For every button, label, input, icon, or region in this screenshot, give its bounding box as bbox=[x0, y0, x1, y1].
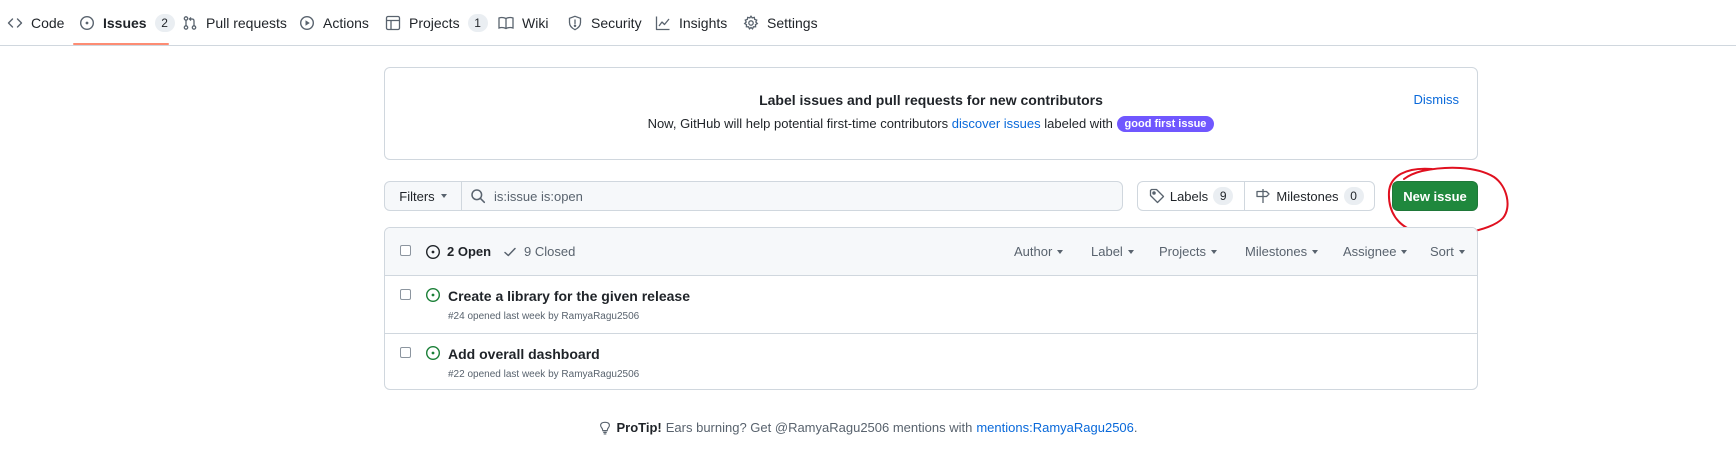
tab-insights[interactable]: Insights bbox=[655, 0, 727, 46]
protip-end: . bbox=[1133, 420, 1138, 435]
table-icon bbox=[385, 15, 401, 31]
labels-button[interactable]: Labels 9 bbox=[1138, 182, 1245, 210]
issue-checkbox[interactable] bbox=[400, 289, 411, 300]
tab-issues[interactable]: Issues 2 bbox=[79, 0, 175, 46]
shield-icon bbox=[567, 15, 583, 31]
discover-issues-link[interactable]: discover issues bbox=[952, 116, 1041, 131]
filters-label: Filters bbox=[399, 188, 435, 204]
projects-filter-label: Projects bbox=[1159, 244, 1206, 259]
select-all-checkbox[interactable] bbox=[400, 245, 411, 256]
selected-tab-indicator bbox=[73, 43, 169, 45]
caret-down-icon bbox=[1057, 249, 1064, 254]
search-icon bbox=[470, 188, 486, 204]
caret-down-icon bbox=[1401, 249, 1408, 254]
assignee-filter[interactable]: Assignee bbox=[1343, 228, 1408, 275]
tab-security-label: Security bbox=[591, 15, 642, 31]
author-filter[interactable]: Author bbox=[1014, 228, 1064, 275]
filters-button[interactable]: Filters bbox=[384, 181, 462, 211]
caret-down-icon bbox=[1458, 249, 1465, 254]
tab-pull-requests-label: Pull requests bbox=[206, 15, 287, 31]
tab-insights-label: Insights bbox=[679, 15, 728, 31]
tag-icon bbox=[1149, 188, 1165, 204]
closed-issues-filter[interactable]: 9 Closed bbox=[502, 228, 575, 275]
projects-counter: 1 bbox=[467, 14, 488, 32]
issue-row[interactable]: Add overall dashboard #22 opened last we… bbox=[385, 333, 1477, 389]
issues-counter: 2 bbox=[154, 14, 175, 32]
tab-issues-label: Issues bbox=[103, 15, 147, 31]
check-icon bbox=[502, 244, 518, 260]
repo-nav: Code Issues 2 Pull requests Actions Proj… bbox=[0, 0, 1736, 46]
git-pull-request-icon bbox=[182, 15, 198, 31]
tab-code[interactable]: Code bbox=[7, 0, 64, 46]
tab-settings-label: Settings bbox=[767, 15, 818, 31]
issues-list-header: 2 Open 9 Closed Author Label Projects Mi… bbox=[385, 228, 1477, 276]
milestones-counter: 0 bbox=[1343, 187, 1364, 205]
code-icon bbox=[7, 15, 23, 31]
gear-icon bbox=[743, 15, 759, 31]
milestone-icon bbox=[1255, 188, 1271, 204]
caret-down-icon bbox=[1127, 249, 1134, 254]
banner-title: Label issues and pull requests for new c… bbox=[759, 92, 1103, 108]
issues-list: 2 Open 9 Closed Author Label Projects Mi… bbox=[384, 227, 1478, 390]
tab-projects-label: Projects bbox=[409, 15, 460, 31]
play-icon bbox=[299, 15, 315, 31]
tab-code-label: Code bbox=[31, 15, 65, 31]
protip-text: Ears burning? Get @RamyaRagu2506 mention… bbox=[665, 420, 973, 435]
mentions-link[interactable]: mentions:RamyaRagu2506 bbox=[976, 420, 1134, 435]
sort-filter[interactable]: Sort bbox=[1430, 228, 1465, 275]
caret-down-icon bbox=[440, 194, 447, 198]
open-issues-filter[interactable]: 2 Open bbox=[425, 228, 491, 275]
labels-counter: 9 bbox=[1213, 187, 1234, 205]
issue-search[interactable] bbox=[461, 181, 1123, 211]
issue-opened-icon bbox=[79, 15, 95, 31]
graph-icon bbox=[655, 15, 671, 31]
author-filter-label: Author bbox=[1014, 244, 1053, 259]
label-filter-label: Label bbox=[1091, 244, 1123, 259]
tab-actions-label: Actions bbox=[323, 15, 369, 31]
label-filter[interactable]: Label bbox=[1091, 228, 1134, 275]
closed-count: 9 Closed bbox=[524, 244, 576, 259]
issue-meta: #24 opened last week by RamyaRagu2506 bbox=[448, 311, 640, 322]
tab-pull-requests[interactable]: Pull requests bbox=[182, 0, 287, 46]
issue-checkbox[interactable] bbox=[400, 347, 411, 358]
milestones-label: Milestones bbox=[1276, 188, 1339, 204]
search-input[interactable] bbox=[494, 188, 1094, 204]
issue-title[interactable]: Create a library for the given release bbox=[448, 288, 690, 304]
tab-projects[interactable]: Projects 1 bbox=[385, 0, 488, 46]
sort-filter-label: Sort bbox=[1430, 244, 1454, 259]
banner-text: Now, GitHub will help potential first-ti… bbox=[385, 116, 1477, 132]
caret-down-icon bbox=[1210, 249, 1217, 254]
banner-text-before: Now, GitHub will help potential first-ti… bbox=[647, 116, 949, 131]
milestones-filter-label: Milestones bbox=[1245, 244, 1308, 259]
issue-open-status-icon bbox=[425, 287, 441, 303]
tab-security[interactable]: Security bbox=[567, 0, 642, 46]
tab-settings[interactable]: Settings bbox=[743, 0, 818, 46]
dismiss-link[interactable]: Dismiss bbox=[1414, 92, 1460, 107]
assignee-filter-label: Assignee bbox=[1343, 244, 1397, 259]
first-contributor-banner: Label issues and pull requests for new c… bbox=[384, 67, 1478, 160]
labels-label: Labels bbox=[1169, 188, 1209, 204]
protip-label: ProTip! bbox=[616, 420, 662, 435]
book-icon bbox=[498, 15, 514, 31]
tab-actions[interactable]: Actions bbox=[299, 0, 369, 46]
open-count: 2 Open bbox=[447, 244, 492, 259]
issue-meta: #22 opened last week by RamyaRagu2506 bbox=[448, 369, 640, 380]
tab-wiki[interactable]: Wiki bbox=[498, 0, 548, 46]
good-first-issue-label[interactable]: good first issue bbox=[1116, 116, 1215, 132]
light-bulb-icon bbox=[598, 421, 612, 435]
issue-opened-icon bbox=[425, 244, 441, 260]
issue-open-status-icon bbox=[425, 345, 441, 361]
banner-text-after: labeled with bbox=[1044, 116, 1113, 131]
tab-wiki-label: Wiki bbox=[522, 15, 549, 31]
caret-down-icon bbox=[1312, 249, 1319, 254]
projects-filter[interactable]: Projects bbox=[1159, 228, 1217, 275]
protip: ProTip! Ears burning? Get @RamyaRagu2506… bbox=[0, 420, 1736, 435]
new-issue-button[interactable]: New issue bbox=[1392, 181, 1478, 211]
issue-title[interactable]: Add overall dashboard bbox=[448, 346, 600, 362]
milestones-filter[interactable]: Milestones bbox=[1245, 228, 1319, 275]
milestones-button[interactable]: Milestones 0 bbox=[1245, 182, 1374, 210]
labels-milestones-group: Labels 9 Milestones 0 bbox=[1137, 181, 1375, 211]
issue-row[interactable]: Create a library for the given release #… bbox=[385, 276, 1477, 333]
